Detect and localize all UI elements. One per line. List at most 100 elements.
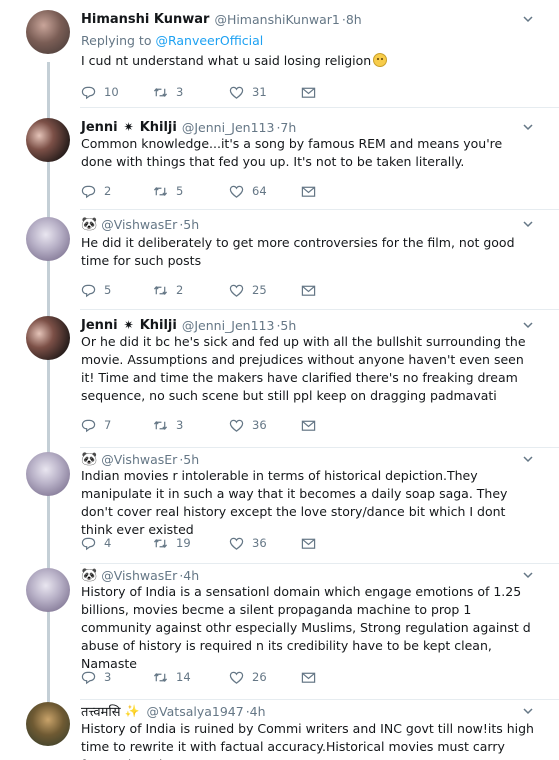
like-button[interactable]: 25 (229, 283, 301, 298)
avatar[interactable] (26, 702, 70, 746)
replying-to-link[interactable]: @RanveerOfficial (155, 33, 263, 48)
panda-icon: 🐼 (81, 451, 98, 467)
tweet[interactable]: तत्त्वमसि ✨ @Vatsalya1947 ·4h History of… (0, 700, 559, 760)
replying-to: Replying to @RanveerOfficial (81, 33, 264, 48)
reply-icon (81, 419, 96, 432)
tweet-time[interactable]: ·4h (246, 704, 266, 719)
retweet-icon (153, 87, 168, 97)
retweet-button[interactable]: 2 (153, 283, 229, 298)
user-handle[interactable]: @VishwasEr (101, 568, 177, 583)
sparkles-icon: ✨ (124, 704, 140, 718)
tweet-text: He did it deliberately to get more contr… (81, 235, 515, 268)
user-handle[interactable]: @Jenni_Jen113 (182, 120, 275, 135)
avatar[interactable] (26, 10, 70, 54)
tweet[interactable]: Jenni ✷ Khilji @Jenni_Jen113 ·5h Or he d… (0, 310, 559, 448)
reply-button[interactable]: 10 (81, 85, 153, 100)
like-count: 26 (252, 670, 267, 684)
user-handle[interactable]: @VishwasEr (101, 217, 177, 232)
chevron-down-icon[interactable] (523, 14, 533, 24)
direct-message-button[interactable] (301, 670, 321, 685)
reply-count: 7 (104, 418, 112, 432)
panda-icon: 🐼 (81, 216, 98, 232)
reply-button[interactable]: 3 (81, 670, 153, 685)
sparkle-icon: ✷ (123, 318, 134, 332)
reply-button[interactable]: 4 (81, 536, 153, 551)
user-handle[interactable]: @Vatsalya1947 (147, 704, 244, 719)
avatar[interactable] (26, 118, 70, 162)
direct-message-button[interactable] (301, 283, 321, 298)
like-count: 36 (252, 418, 267, 432)
tweet-time[interactable]: ·5h (179, 217, 199, 232)
retweet-icon (153, 285, 168, 295)
reply-icon (81, 284, 96, 297)
direct-message-button[interactable] (301, 418, 321, 433)
tweet[interactable]: Jenni ✷ Khilji @Jenni_Jen113 ·7h Common … (0, 108, 559, 210)
retweet-button[interactable]: 3 (153, 85, 229, 100)
user-name[interactable]: तत्त्वमसि (81, 702, 121, 720)
like-count: 64 (252, 184, 267, 198)
chevron-down-icon[interactable] (523, 570, 533, 580)
user-name-first[interactable]: Jenni (81, 318, 118, 333)
user-name[interactable]: Himanshi Kunwar (81, 12, 209, 27)
user-name-first[interactable]: Jenni (81, 120, 118, 135)
retweet-icon (153, 186, 168, 196)
like-button[interactable]: 31 (229, 85, 301, 100)
tweet-time[interactable]: ·8h (342, 12, 362, 27)
user-handle[interactable]: @HimanshiKunwar1 (214, 12, 339, 27)
direct-message-button[interactable] (301, 536, 321, 551)
retweet-button[interactable]: 5 (153, 184, 229, 199)
like-count: 25 (252, 283, 267, 297)
like-count: 31 (252, 85, 267, 99)
reply-icon (81, 185, 96, 198)
chevron-down-icon[interactable] (523, 219, 533, 229)
retweet-button[interactable]: 14 (153, 670, 229, 685)
avatar[interactable] (26, 568, 70, 612)
reply-button[interactable]: 7 (81, 418, 153, 433)
retweet-button[interactable]: 3 (153, 418, 229, 433)
retweet-count: 2 (176, 283, 184, 297)
tweet-time[interactable]: ·7h (276, 120, 296, 135)
direct-message-button[interactable] (301, 85, 321, 100)
user-handle[interactable]: @Jenni_Jen113 (182, 318, 275, 333)
chevron-down-icon[interactable] (523, 122, 533, 132)
envelope-icon (301, 87, 316, 98)
retweet-icon (153, 672, 168, 682)
user-name-last[interactable]: Khilji (140, 120, 177, 135)
tweet-time[interactable]: ·5h (276, 318, 296, 333)
envelope-icon (301, 186, 316, 197)
avatar[interactable] (26, 316, 70, 360)
tweet[interactable]: 🐼 @VishwasEr ·5h He did it deliberately … (0, 210, 559, 310)
tweet-text: Or he did it bc he's sick and fed up wit… (81, 334, 526, 403)
reply-button[interactable]: 5 (81, 283, 153, 298)
tweet[interactable]: 🐼 @VishwasEr ·4h History of India is a s… (0, 564, 559, 700)
like-button[interactable]: 36 (229, 418, 301, 433)
chevron-down-icon[interactable] (523, 454, 533, 464)
reply-count: 10 (104, 85, 119, 99)
envelope-icon (301, 538, 316, 549)
avatar[interactable] (26, 452, 70, 496)
reply-button[interactable]: 2 (81, 184, 153, 199)
avatar[interactable] (26, 217, 70, 261)
panda-icon: 🐼 (81, 567, 98, 583)
like-button[interactable]: 64 (229, 184, 301, 199)
tweet[interactable]: Himanshi Kunwar @HimanshiKunwar1 ·8h Rep… (0, 0, 559, 108)
chevron-down-icon[interactable] (523, 706, 533, 716)
direct-message-button[interactable] (301, 184, 321, 199)
reply-icon (81, 537, 96, 550)
like-count: 36 (252, 536, 267, 550)
like-button[interactable]: 36 (229, 536, 301, 551)
retweet-count: 5 (176, 184, 184, 198)
tweet-time[interactable]: ·4h (179, 568, 199, 583)
tweet-text: History of India is ruined by Commi writ… (81, 721, 534, 760)
tweet-time[interactable]: ·5h (179, 452, 199, 467)
like-button[interactable]: 26 (229, 670, 301, 685)
tweet-text: I cud nt understand what u said losing r… (81, 52, 536, 70)
user-handle[interactable]: @VishwasEr (101, 452, 177, 467)
retweet-button[interactable]: 19 (153, 536, 229, 551)
tweet[interactable]: 🐼 @VishwasEr ·5h Indian movies r intoler… (0, 448, 559, 564)
reply-count: 5 (104, 283, 112, 297)
user-name-last[interactable]: Khilji (140, 318, 177, 333)
retweet-icon (153, 538, 168, 548)
chevron-down-icon[interactable] (523, 320, 533, 330)
envelope-icon (301, 285, 316, 296)
